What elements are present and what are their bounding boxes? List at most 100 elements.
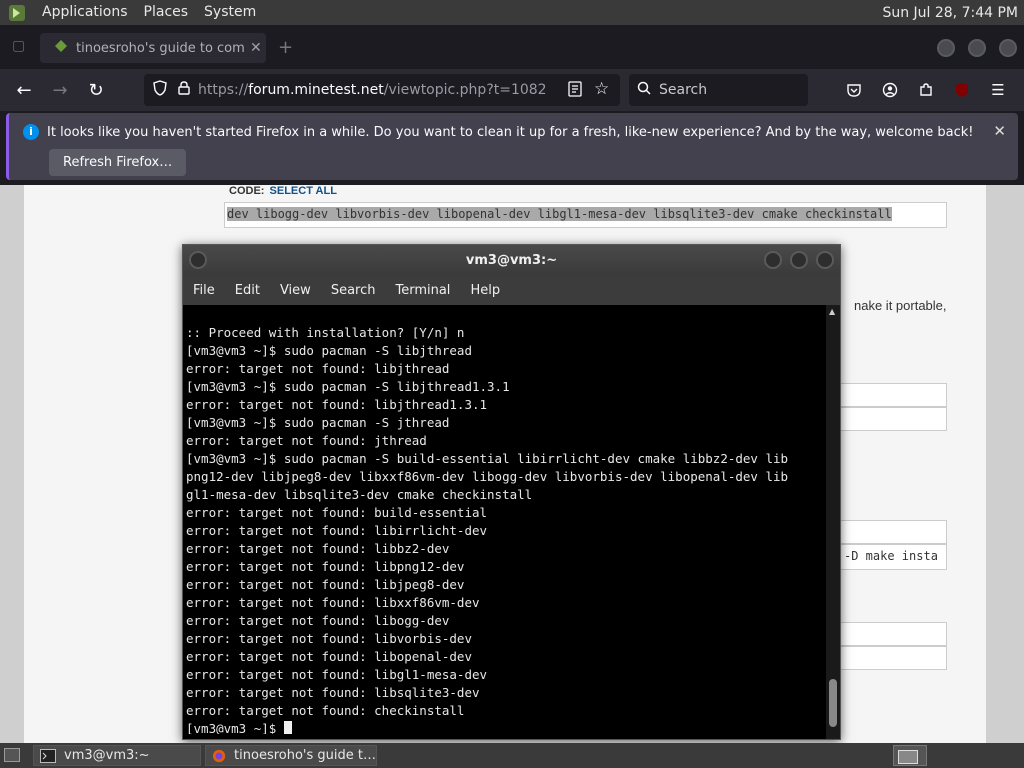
taskbar-terminal-label: vm3@vm3:~ — [64, 748, 150, 763]
refresh-firefox-button[interactable]: Refresh Firefox… — [49, 149, 187, 176]
applications-menu[interactable]: Applications — [34, 0, 136, 25]
search-icon — [637, 81, 651, 99]
menu-view[interactable]: View — [270, 283, 321, 298]
terminal-line: error: target not found: libjthread1.3.1 — [186, 397, 488, 412]
terminal-minimize-button[interactable] — [764, 251, 782, 269]
close-window-button[interactable] — [999, 39, 1017, 57]
terminal-window[interactable]: vm3@vm3:~ File Edit View Search Terminal… — [182, 244, 841, 740]
tab-forum[interactable]: tinoesroho's guide to comp ✕ — [40, 33, 266, 63]
terminal-line: [vm3@vm3 ~]$ sudo pacman -S build-essent… — [186, 451, 789, 466]
toolbar-right: ☰ — [840, 76, 1012, 104]
terminal-line: [vm3@vm3 ~]$ sudo pacman -S libjthread — [186, 343, 472, 358]
terminal-menubar: File Edit View Search Terminal Help — [183, 275, 840, 305]
nav-bar: ← → ↻ https://forum.minetest.net/viewtop… — [0, 69, 1024, 111]
terminal-line: error: target not found: libpng12-dev — [186, 559, 465, 574]
firefox-view-icon[interactable]: ▢ — [12, 38, 25, 54]
terminal-prompt-line[interactable]: [vm3@vm3 ~]$ — [186, 720, 826, 734]
minetest-favicon-icon — [54, 39, 68, 57]
code-box-4 — [840, 520, 947, 544]
terminal-line: [vm3@vm3 ~]$ sudo pacman -S jthread — [186, 415, 450, 430]
reader-view-icon[interactable] — [568, 81, 582, 101]
clock[interactable]: Sun Jul 28, 7:44 PM — [882, 5, 1018, 21]
terminal-line: error: target not found: libogg-dev — [186, 613, 450, 628]
code-box-2 — [840, 383, 947, 407]
tab-close-icon[interactable]: ✕ — [250, 40, 262, 56]
taskbar-firefox[interactable]: tinoesroho's guide t… — [205, 745, 377, 766]
extensions-icon[interactable] — [912, 76, 940, 104]
terminal-line: error: target not found: libvorbis-dev — [186, 631, 472, 646]
code-line: dev libogg-dev libvorbis-dev libopenal-d… — [227, 207, 892, 221]
scroll-up-icon[interactable]: ▲ — [829, 307, 835, 316]
bookmark-star-icon[interactable]: ☆ — [594, 79, 609, 99]
terminal-window-menu-icon[interactable] — [189, 251, 207, 269]
new-tab-button[interactable]: + — [278, 37, 293, 58]
menu-file[interactable]: File — [183, 283, 225, 298]
terminal-line: error: target not found: libjthread — [186, 361, 450, 376]
terminal-titlebar[interactable]: vm3@vm3:~ — [183, 245, 840, 275]
terminal-line: error: target not found: libopenal-dev — [186, 649, 472, 664]
code-box-6 — [840, 622, 947, 646]
terminal-scrollbar[interactable]: ▲ — [826, 305, 840, 739]
firefox-icon — [212, 749, 226, 762]
scrollbar-thumb[interactable] — [829, 679, 837, 727]
notification-close-icon[interactable]: ✕ — [993, 122, 1006, 140]
terminal-line: error: target not found: libirrlicht-dev — [186, 523, 488, 538]
terminal-line: gl1-mesa-dev libsqlite3-dev cmake checki… — [186, 487, 533, 502]
account-icon[interactable] — [876, 76, 904, 104]
make-install-text: -D make insta — [844, 549, 938, 563]
minimize-button[interactable] — [937, 39, 955, 57]
show-desktop-button[interactable] — [4, 748, 20, 762]
terminal-line: error: target not found: libgl1-mesa-dev — [186, 667, 488, 682]
terminal-line: error: target not found: libjpeg8-dev — [186, 577, 465, 592]
system-menu[interactable]: System — [196, 0, 264, 25]
info-icon: i — [23, 124, 39, 140]
forward-icon[interactable]: → — [46, 76, 74, 104]
top-panel: Applications Places System Sun Jul 28, 7… — [0, 0, 1024, 25]
terminal-line: error: target not found: build-essential — [186, 505, 488, 520]
select-all-link[interactable]: SELECT ALL — [270, 185, 337, 197]
terminal-line: error: target not found: jthread — [186, 433, 427, 448]
menu-edit[interactable]: Edit — [225, 283, 270, 298]
search-input[interactable]: Search — [629, 74, 808, 106]
portable-text: nake it portable, — [854, 298, 947, 313]
ublock-icon[interactable] — [948, 76, 976, 104]
pocket-icon[interactable] — [840, 76, 868, 104]
menu-terminal[interactable]: Terminal — [385, 283, 460, 298]
terminal-output[interactable]: :: Proceed with installation? [Y/n] n[vm… — [186, 324, 826, 734]
terminal-prompt: [vm3@vm3 ~]$ — [186, 721, 284, 734]
menu-search[interactable]: Search — [321, 283, 386, 298]
terminal-line: error: target not found: libsqlite3-dev — [186, 685, 480, 700]
bottom-panel: vm3@vm3:~ tinoesroho's guide t… — [0, 743, 1024, 768]
url-text[interactable]: https://forum.minetest.net/viewtopic.php… — [198, 82, 547, 98]
url-bar[interactable]: https://forum.minetest.net/viewtopic.php… — [144, 74, 620, 106]
text-cursor — [283, 721, 292, 734]
search-placeholder: Search — [659, 82, 708, 98]
terminal-line: :: Proceed with installation? [Y/n] n — [186, 325, 465, 340]
terminal-line: error: target not found: libbz2-dev — [186, 541, 450, 556]
code-box: dev libogg-dev libvorbis-dev libopenal-d… — [224, 202, 947, 228]
terminal-line: png12-dev libjpeg8-dev libxxf86vm-dev li… — [186, 469, 789, 484]
menu-hamburger-icon[interactable]: ☰ — [984, 76, 1012, 104]
back-icon[interactable]: ← — [10, 76, 38, 104]
tab-title: tinoesroho's guide to comp — [76, 40, 244, 56]
tab-bar: ▢ tinoesroho's guide to comp ✕ + — [0, 25, 1024, 69]
taskbar-terminal[interactable]: vm3@vm3:~ — [33, 745, 201, 766]
shield-icon[interactable] — [152, 80, 168, 100]
code-box-7 — [840, 646, 947, 670]
reload-icon[interactable]: ↻ — [82, 76, 110, 104]
workspace-switcher[interactable] — [893, 745, 927, 766]
terminal-maximize-button[interactable] — [790, 251, 808, 269]
taskbar-firefox-label: tinoesroho's guide t… — [234, 748, 376, 763]
terminal-close-button[interactable] — [816, 251, 834, 269]
places-menu[interactable]: Places — [136, 0, 197, 25]
code-box-3 — [840, 407, 947, 431]
refresh-notification: i It looks like you haven't started Fire… — [6, 113, 1018, 180]
terminal-line: error: target not found: libxxf86vm-dev — [186, 595, 480, 610]
notification-message: It looks like you haven't started Firefo… — [47, 125, 974, 140]
menu-help[interactable]: Help — [460, 283, 510, 298]
code-label: CODE: SELECT ALL — [229, 185, 337, 197]
distro-logo-icon[interactable] — [6, 2, 28, 24]
terminal-line: [vm3@vm3 ~]$ sudo pacman -S libjthread1.… — [186, 379, 510, 394]
maximize-button[interactable] — [968, 39, 986, 57]
lock-icon[interactable] — [178, 81, 190, 99]
